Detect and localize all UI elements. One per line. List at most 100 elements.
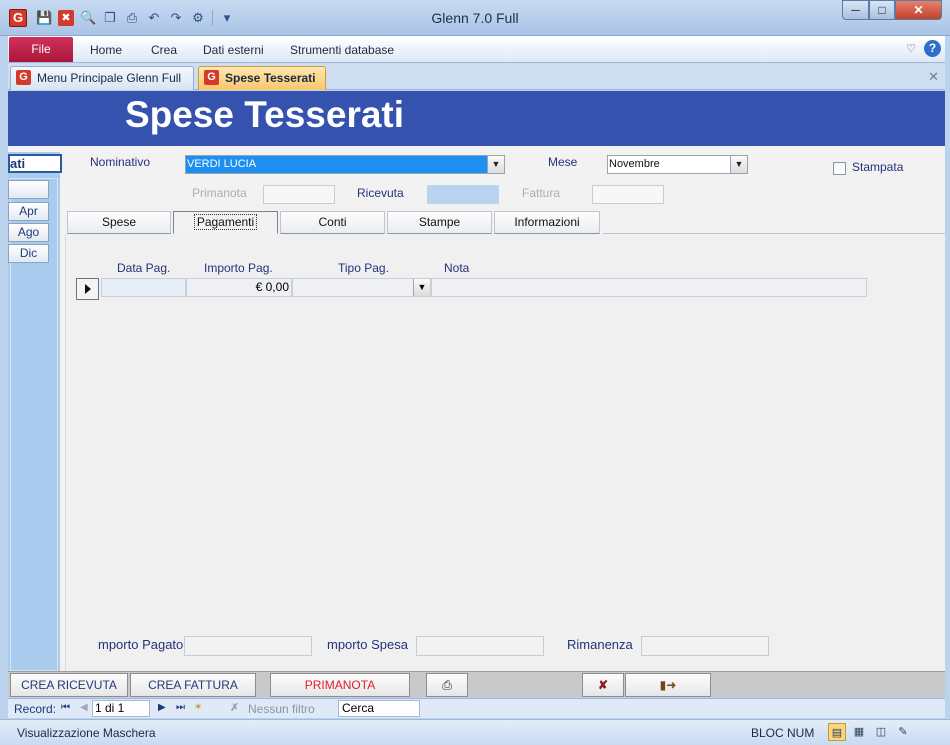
maximize-button[interactable]: □ — [869, 0, 895, 20]
tab-informazioni[interactable]: Informazioni — [494, 211, 600, 234]
view-status: Visualizzazione Maschera — [17, 726, 156, 740]
tab-menu-principale[interactable]: G Menu Principale Glenn Full — [10, 66, 194, 90]
ribbon-menu: File Home Crea Dati esterni Strumenti da… — [8, 36, 945, 63]
tab-pagamenti-label: Pagamenti — [193, 214, 258, 230]
chevron-down-icon[interactable]: ▼ — [487, 156, 504, 173]
app-logo-icon: G — [204, 70, 219, 85]
crea-ricevuta-button[interactable]: CREA RICEVUTA — [10, 673, 128, 697]
title-bar: G 💾 ✖ 🔍 ❐ ⎙ ↶ ↷ ⚙ ▾ Glenn 7.0 Full ─ □ ✕ — [0, 0, 950, 36]
importo-pagato-label: mporto Pagato — [98, 637, 184, 652]
tipo-pag-combo[interactable]: ▼ — [292, 278, 431, 297]
column-header-data-pag: Data Pag. — [117, 261, 171, 275]
stampata-label: Stampata — [852, 160, 904, 174]
help-icon[interactable]: ? — [924, 40, 941, 57]
rimanenza-field — [641, 636, 769, 656]
first-record-icon[interactable]: ⏮ — [61, 702, 70, 713]
rimanenza-label: Rimanenza — [567, 637, 633, 652]
fattura-label: Fattura — [522, 186, 561, 200]
exit-button[interactable]: ▮➜ — [625, 673, 711, 697]
month-nav-header[interactable]: ati — [8, 154, 62, 173]
print-icon: ⎙ — [442, 678, 452, 692]
primanota-field[interactable] — [263, 185, 335, 204]
close-button[interactable]: ✕ — [895, 0, 942, 20]
menu-crea[interactable]: Crea — [151, 43, 177, 57]
column-header-importo-pag: Importo Pag. — [204, 261, 273, 275]
importo-pag-cell[interactable]: € 0,00 — [186, 278, 292, 297]
nota-cell[interactable] — [431, 278, 867, 297]
column-header-tipo-pag: Tipo Pag. — [338, 261, 389, 275]
mese-label: Mese — [548, 155, 578, 169]
primanota-button[interactable]: PRIMANOTA — [270, 673, 410, 697]
month-button[interactable] — [8, 180, 49, 199]
tab-label: Spese Tesserati — [225, 71, 316, 85]
nominativo-value: VERDI LUCIA — [187, 158, 257, 170]
tab-spese-label: Spese — [101, 215, 137, 229]
tab-informazioni-label: Informazioni — [514, 215, 580, 229]
last-record-icon[interactable]: ⏭ — [176, 702, 185, 713]
fattura-field[interactable] — [592, 185, 664, 204]
importo-spesa-label: mporto Spesa — [327, 637, 408, 652]
month-button-dic[interactable]: Dic — [8, 244, 49, 263]
chevron-down-icon[interactable]: ♡ — [906, 42, 916, 55]
nominativo-combo[interactable]: VERDI LUCIA ▼ — [185, 155, 505, 174]
view-switcher: ▤ ▦ ◫ ✎ — [828, 723, 912, 741]
mese-combo[interactable]: Novembre ▼ — [607, 155, 748, 174]
ricevuta-field[interactable] — [427, 185, 499, 204]
no-filter-button[interactable]: Nessun filtro — [248, 702, 315, 716]
menu-strumenti-database[interactable]: Strumenti database — [290, 43, 394, 57]
form-view-icon[interactable]: ▤ — [828, 723, 846, 741]
primanota-label: Primanota — [192, 186, 247, 200]
menu-dati-esterni[interactable]: Dati esterni — [203, 43, 264, 57]
tab-spese-tesserati[interactable]: G Spese Tesserati — [198, 66, 326, 90]
delete-record-icon: ✘ — [597, 678, 609, 692]
previous-record-icon[interactable]: ◀ — [80, 702, 88, 713]
document-tabs: G Menu Principale Glenn Full G Spese Tes… — [8, 63, 945, 90]
delete-record-button[interactable]: ✘ — [582, 673, 624, 697]
filter-icon: ✗ — [230, 702, 240, 714]
design-view-icon[interactable]: ✎ — [894, 723, 912, 741]
tab-stampe[interactable]: Stampe — [387, 211, 492, 234]
month-button-ago[interactable]: Ago — [8, 223, 49, 242]
spese-tesserati-form: Spese Tesserati ati Apr Ago Dic Nominati… — [8, 91, 945, 671]
importo-spesa-field — [416, 636, 544, 656]
menu-home[interactable]: Home — [90, 43, 122, 57]
window-title: Glenn 7.0 Full — [431, 10, 519, 26]
tab-pagamenti[interactable]: Pagamenti — [173, 211, 278, 234]
next-record-icon[interactable]: ▶ — [158, 702, 166, 713]
chevron-down-icon[interactable]: ▼ — [730, 156, 747, 173]
page-title: Spese Tesserati — [125, 94, 405, 135]
tab-spese[interactable]: Spese — [67, 211, 171, 234]
data-pag-cell[interactable] — [101, 278, 186, 297]
chevron-down-icon[interactable]: ▼ — [413, 279, 430, 296]
ribbon-right-controls: ♡ ? — [906, 40, 941, 57]
close-icon[interactable]: ✕ — [928, 69, 939, 85]
app-logo-icon: G — [16, 70, 31, 85]
layout-view-icon[interactable]: ◫ — [872, 723, 890, 741]
status-bar: Visualizzazione Maschera BLOC NUM ▤ ▦ ◫ … — [0, 719, 950, 745]
num-lock-status: BLOC NUM — [751, 726, 815, 740]
window-controls: ─ □ ✕ — [842, 0, 942, 20]
form-header: Spese Tesserati — [8, 91, 945, 146]
month-button-apr[interactable]: Apr — [8, 202, 49, 221]
file-tab[interactable]: File — [9, 37, 73, 62]
nominativo-label: Nominativo — [90, 155, 151, 169]
record-position-input[interactable]: 1 di 1 — [92, 700, 150, 717]
tab-stampe-label: Stampe — [418, 215, 461, 229]
record-navigation-bar: Record: ⏮ ◀ 1 di 1 ▶ ⏭ ✶ ✗ Nessun filtro… — [8, 698, 945, 718]
importo-pagato-field — [184, 636, 312, 656]
tab-conti[interactable]: Conti — [280, 211, 385, 234]
action-bar: CREA RICEVUTA CREA FATTURA PRIMANOTA ⎙ ✘… — [8, 671, 945, 697]
search-input[interactable]: Cerca — [338, 700, 420, 717]
datasheet-view-icon[interactable]: ▦ — [850, 723, 868, 741]
month-nav-panel: ati Apr Ago Dic — [8, 152, 62, 671]
stampata-checkbox[interactable] — [833, 162, 846, 175]
tab-label: Menu Principale Glenn Full — [37, 71, 182, 85]
record-label: Record: — [14, 702, 57, 716]
column-header-nota: Nota — [444, 261, 470, 275]
crea-fattura-button[interactable]: CREA FATTURA — [130, 673, 256, 697]
record-selector[interactable] — [76, 278, 99, 300]
new-record-icon[interactable]: ✶ — [194, 702, 202, 713]
exit-door-icon: ▮➜ — [659, 678, 677, 692]
print-button[interactable]: ⎙ — [426, 673, 468, 697]
minimize-button[interactable]: ─ — [842, 0, 869, 20]
